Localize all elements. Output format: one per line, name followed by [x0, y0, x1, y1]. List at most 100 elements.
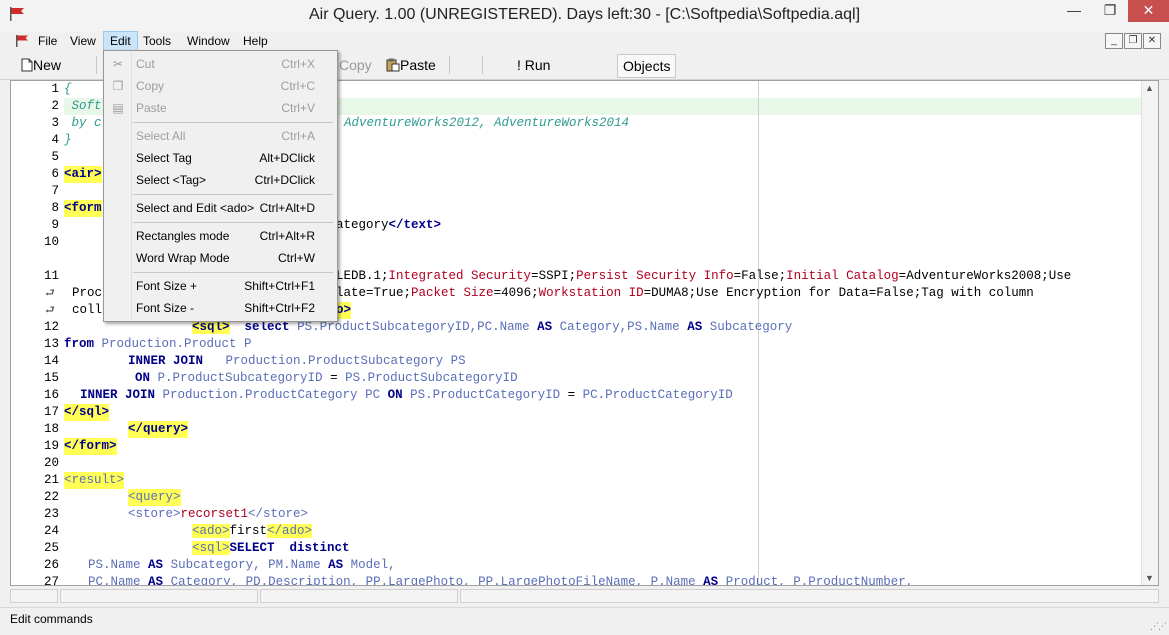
code-token: Workstation ID — [538, 286, 644, 300]
line-number: 3 — [51, 116, 59, 130]
pane-cell — [260, 589, 458, 603]
code-line: </form> — [64, 438, 117, 455]
code-token: <store> — [128, 507, 181, 521]
code-line: from Production.Product P — [64, 336, 252, 353]
menu-window[interactable]: Window — [181, 31, 236, 51]
menu-item-select-all[interactable]: Select All Ctrl+A — [104, 125, 337, 147]
code-line: </sql> — [64, 404, 110, 421]
code-token: ategory — [336, 218, 389, 232]
menu-tools[interactable]: Tools — [137, 31, 177, 51]
menu-item-select-edit-ado[interactable]: Select and Edit <ado> Ctrl+Alt+D — [104, 197, 337, 219]
code-token: 4096; — [501, 286, 539, 300]
edit-menu-dropdown: ✂ Cut Ctrl+X ❐ Copy Ctrl+C ▤ Paste Ctrl+… — [103, 50, 338, 322]
vertical-scrollbar[interactable]: ▲ ▼ — [1141, 81, 1158, 585]
menu-item-label: Rectangles mode — [136, 229, 230, 243]
code-line: <air> — [64, 166, 102, 183]
code-token: AS — [703, 575, 719, 586]
code-token: Production.ProductCategory PC — [162, 388, 381, 402]
close-button[interactable]: ✕ — [1128, 0, 1169, 22]
paste-label: Paste — [400, 57, 436, 73]
new-button[interactable]: New — [21, 55, 61, 75]
line-number: 8 — [51, 201, 59, 215]
line-number: 12 — [43, 320, 59, 334]
menu-file[interactable]: File — [32, 31, 63, 51]
code-token: Model, — [350, 558, 396, 572]
menu-item-font-size-down[interactable]: Font Size - Shift+Ctrl+F2 — [104, 297, 337, 319]
code-token: = — [531, 269, 539, 283]
copy-button[interactable]: Copy — [339, 55, 372, 75]
menu-item-paste[interactable]: ▤ Paste Ctrl+V — [104, 97, 337, 119]
code-token: = — [366, 286, 374, 300]
line-number: 27 — [43, 575, 59, 586]
code-line: by c — [64, 116, 102, 130]
menu-item-rectangles-mode[interactable]: Rectangles mode Ctrl+Alt+R — [104, 225, 337, 247]
code-token: AS — [328, 558, 344, 572]
menu-item-select-tag-brackets[interactable]: Select <Tag> Ctrl+DClick — [104, 169, 337, 191]
maximize-button[interactable]: ❐ — [1092, 0, 1128, 22]
status-bar: Edit commands ⋰⋰ — [0, 607, 1169, 635]
scroll-down-arrow-icon[interactable]: ▼ — [1145, 573, 1154, 583]
menu-separator — [133, 222, 333, 223]
resize-grip-icon[interactable]: ⋰⋰ — [1150, 621, 1167, 632]
code-token: = — [643, 286, 652, 300]
paste-button[interactable]: Paste — [386, 55, 436, 75]
copy-icon: ❐ — [112, 79, 124, 93]
horizontal-panes — [10, 587, 1159, 605]
document-flag-icon[interactable] — [14, 34, 30, 48]
menu-item-shortcut: Shift+Ctrl+F1 — [244, 279, 315, 293]
line-number: 21 — [43, 473, 59, 487]
code-token: first — [229, 524, 268, 538]
line-number: 18 — [43, 422, 59, 436]
code-token: SELECT distinct — [229, 541, 350, 555]
menu-edit[interactable]: Edit — [103, 31, 138, 51]
code-line: <sql>SELECT distinct — [192, 540, 350, 557]
scroll-up-arrow-icon[interactable]: ▲ — [1145, 83, 1154, 93]
paste-icon — [386, 58, 400, 72]
line-number: 17 — [43, 405, 59, 419]
menu-item-shortcut: Ctrl+C — [280, 79, 315, 93]
objects-button[interactable]: Objects — [617, 54, 677, 78]
menu-help[interactable]: Help — [237, 31, 274, 51]
code-token: Product, P.ProductNumber, — [725, 575, 914, 586]
menu-item-shortcut: Ctrl+V — [281, 101, 315, 115]
code-token: = — [560, 388, 583, 402]
menu-view[interactable]: View — [64, 31, 102, 51]
code-line: ategory</text> — [336, 217, 441, 234]
mdi-close-button[interactable]: ✕ — [1143, 33, 1161, 49]
mdi-minimize-button[interactable]: _ — [1105, 33, 1123, 49]
line-number: 13 — [43, 337, 59, 351]
mdi-restore-button[interactable]: ❐ — [1124, 33, 1142, 49]
code-token: = — [322, 371, 346, 385]
code-token: = — [733, 269, 742, 283]
code-line: <query> — [128, 489, 181, 506]
line-number: 11 — [43, 269, 59, 283]
word-wrap-icon: ⮐ — [45, 304, 55, 316]
line-number: 7 — [51, 184, 59, 198]
title-bar: Air Query. 1.00 (UNREGISTERED). Days lef… — [0, 0, 1169, 32]
code-token: </store> — [248, 507, 309, 521]
menu-item-cut[interactable]: ✂ Cut Ctrl+X — [104, 53, 337, 75]
menu-item-font-size-up[interactable]: Font Size + Shift+Ctrl+F1 — [104, 275, 337, 297]
code-token: Integrated Security — [388, 269, 532, 283]
line-number-gutter: 1 2 3 4 5 6 7 8 9 10 11 ⮐ ⮐ 12 13 14 15 … — [11, 81, 61, 585]
menu-item-label: Word Wrap Mode — [136, 251, 230, 265]
menu-item-word-wrap[interactable]: Word Wrap Mode Ctrl+W — [104, 247, 337, 269]
menu-item-shortcut: Alt+DClick — [259, 151, 315, 165]
menu-item-shortcut: Ctrl+X — [281, 57, 315, 71]
menu-item-copy[interactable]: ❐ Copy Ctrl+C — [104, 75, 337, 97]
menu-separator — [133, 272, 333, 273]
line-number: 19 — [43, 439, 59, 453]
pane-cell — [460, 589, 1159, 603]
code-token: PC.Name — [88, 575, 141, 586]
menu-item-select-tag[interactable]: Select Tag Alt+DClick — [104, 147, 337, 169]
code-token: </text> — [388, 218, 442, 232]
line-number: 9 — [51, 218, 59, 232]
minimize-button[interactable]: — — [1056, 0, 1092, 22]
toolbar-separator — [449, 56, 450, 74]
code-token: False;Tag with column — [876, 286, 1034, 300]
run-button[interactable]: ! Run — [517, 55, 550, 75]
window-title: Air Query. 1.00 (UNREGISTERED). Days lef… — [308, 6, 861, 23]
menu-item-label: Copy — [136, 79, 165, 93]
code-token: False; — [741, 269, 787, 283]
line-number: 15 — [43, 371, 59, 385]
